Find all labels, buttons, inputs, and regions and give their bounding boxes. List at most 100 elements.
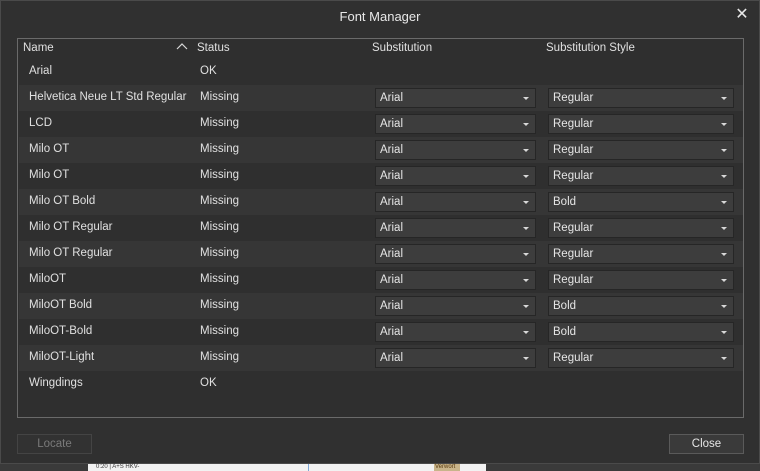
substitution-style-dropdown[interactable]: Regular bbox=[548, 244, 734, 264]
sort-ascending-icon[interactable] bbox=[176, 41, 188, 54]
chevron-down-icon bbox=[721, 253, 727, 256]
substitution-style-dropdown[interactable]: Regular bbox=[548, 218, 734, 238]
chevron-down-icon bbox=[721, 305, 727, 308]
locate-button[interactable]: Locate bbox=[17, 434, 92, 454]
chevron-down-icon bbox=[721, 123, 727, 126]
substitution-style-dropdown[interactable]: Bold bbox=[548, 322, 734, 342]
substitution-style-value: Regular bbox=[553, 118, 594, 130]
substitution-style-dropdown[interactable]: Regular bbox=[548, 166, 734, 186]
table-row[interactable]: Milo OT Missing Arial Regular bbox=[19, 163, 743, 189]
chevron-down-icon bbox=[721, 97, 727, 100]
table-row[interactable]: MiloOT-Light Missing Arial Regular bbox=[19, 345, 743, 371]
substitution-value: Arial bbox=[380, 326, 404, 338]
chevron-down-icon bbox=[523, 149, 529, 152]
substitution-dropdown[interactable]: Arial bbox=[375, 166, 536, 186]
substitution-dropdown[interactable]: Arial bbox=[375, 218, 536, 238]
font-name: LCD bbox=[29, 117, 53, 129]
substitution-style-dropdown[interactable]: Bold bbox=[548, 192, 734, 212]
background-tag: Verwort bbox=[434, 464, 460, 471]
chevron-down-icon bbox=[721, 149, 727, 152]
font-name: Helvetica Neue LT Std Regular bbox=[29, 91, 187, 103]
substitution-style-dropdown[interactable]: Regular bbox=[548, 270, 734, 290]
font-name: Milo OT Regular bbox=[29, 221, 113, 233]
chevron-down-icon bbox=[721, 227, 727, 230]
substitution-style-dropdown[interactable]: Regular bbox=[548, 114, 734, 134]
chevron-down-icon bbox=[523, 123, 529, 126]
font-status: OK bbox=[200, 377, 217, 389]
chevron-down-icon bbox=[523, 305, 529, 308]
font-status: Missing bbox=[200, 91, 239, 103]
substitution-dropdown[interactable]: Arial bbox=[375, 322, 536, 342]
font-status: Missing bbox=[200, 143, 239, 155]
column-header-status[interactable]: Status bbox=[197, 42, 230, 54]
font-status: Missing bbox=[200, 351, 239, 363]
substitution-style-value: Regular bbox=[553, 352, 594, 364]
substitution-value: Arial bbox=[380, 170, 404, 182]
substitution-style-value: Regular bbox=[553, 248, 594, 260]
table-row[interactable]: MiloOT Missing Arial Regular bbox=[19, 267, 743, 293]
substitution-dropdown[interactable]: Arial bbox=[375, 192, 536, 212]
substitution-style-value: Regular bbox=[553, 274, 594, 286]
substitution-style-value: Regular bbox=[553, 170, 594, 182]
table-row[interactable]: Wingdings OK bbox=[19, 371, 743, 397]
table-row[interactable]: Arial OK bbox=[19, 59, 743, 85]
table-row[interactable]: LCD Missing Arial Regular bbox=[19, 111, 743, 137]
table-row[interactable]: MiloOT-Bold Missing Arial Bold bbox=[19, 319, 743, 345]
substitution-value: Arial bbox=[380, 222, 404, 234]
font-status: OK bbox=[200, 65, 217, 77]
chevron-down-icon bbox=[523, 331, 529, 334]
chevron-down-icon bbox=[523, 227, 529, 230]
chevron-down-icon bbox=[523, 279, 529, 282]
chevron-down-icon bbox=[721, 331, 727, 334]
font-status: Missing bbox=[200, 169, 239, 181]
substitution-dropdown[interactable]: Arial bbox=[375, 270, 536, 290]
chevron-down-icon bbox=[523, 97, 529, 100]
table-row[interactable]: Milo OT Bold Missing Arial Bold bbox=[19, 189, 743, 215]
column-header-name[interactable]: Name bbox=[23, 42, 54, 54]
column-header-substitution-style[interactable]: Substitution Style bbox=[546, 42, 635, 54]
substitution-value: Arial bbox=[380, 196, 404, 208]
chevron-down-icon bbox=[721, 357, 727, 360]
font-name: MiloOT bbox=[29, 273, 67, 285]
chevron-down-icon bbox=[523, 201, 529, 204]
table-row[interactable]: Helvetica Neue LT Std Regular Missing Aria… bbox=[19, 85, 743, 111]
table-row[interactable]: Milo OT Missing Arial Regular bbox=[19, 137, 743, 163]
substitution-value: Arial bbox=[380, 92, 404, 104]
close-button[interactable]: Close bbox=[669, 434, 744, 454]
table-row[interactable]: MiloOT Bold Missing Arial Bold bbox=[19, 293, 743, 319]
font-status: Missing bbox=[200, 273, 239, 285]
font-table: Name Status Substitution Substitution St… bbox=[17, 38, 744, 418]
chevron-down-icon bbox=[721, 279, 727, 282]
font-status: Missing bbox=[200, 299, 239, 311]
column-header-substitution[interactable]: Substitution bbox=[372, 42, 432, 54]
chevron-down-icon bbox=[523, 357, 529, 360]
title-bar: Font Manager ✕ bbox=[1, 1, 759, 31]
substitution-dropdown[interactable]: Arial bbox=[375, 140, 536, 160]
close-icon[interactable]: ✕ bbox=[733, 6, 751, 24]
substitution-style-value: Regular bbox=[553, 222, 594, 234]
substitution-style-value: Regular bbox=[553, 92, 594, 104]
font-name: Milo OT bbox=[29, 169, 70, 181]
substitution-value: Arial bbox=[380, 274, 404, 286]
substitution-style-value: Bold bbox=[553, 196, 577, 208]
substitution-dropdown[interactable]: Arial bbox=[375, 88, 536, 108]
font-name: Milo OT bbox=[29, 143, 70, 155]
substitution-style-dropdown[interactable]: Regular bbox=[548, 88, 734, 108]
chevron-down-icon bbox=[523, 175, 529, 178]
font-status: Missing bbox=[200, 325, 239, 337]
substitution-dropdown[interactable]: Arial bbox=[375, 114, 536, 134]
substitution-style-value: Regular bbox=[553, 144, 594, 156]
table-row[interactable]: Milo OT Regular Missing Arial Regular bbox=[19, 241, 743, 267]
substitution-dropdown[interactable]: Arial bbox=[375, 296, 536, 316]
substitution-dropdown[interactable]: Arial bbox=[375, 244, 536, 264]
background-guide-line bbox=[308, 464, 309, 471]
substitution-dropdown[interactable]: Arial bbox=[375, 348, 536, 368]
font-name: Wingdings bbox=[29, 377, 83, 389]
substitution-style-dropdown[interactable]: Bold bbox=[548, 296, 734, 316]
table-header: Name Status Substitution Substitution St… bbox=[18, 39, 743, 59]
substitution-style-dropdown[interactable]: Regular bbox=[548, 140, 734, 160]
font-status: Missing bbox=[200, 221, 239, 233]
substitution-style-dropdown[interactable]: Regular bbox=[548, 348, 734, 368]
table-row[interactable]: Milo OT Regular Missing Arial Regular bbox=[19, 215, 743, 241]
font-name: Arial bbox=[29, 65, 53, 77]
